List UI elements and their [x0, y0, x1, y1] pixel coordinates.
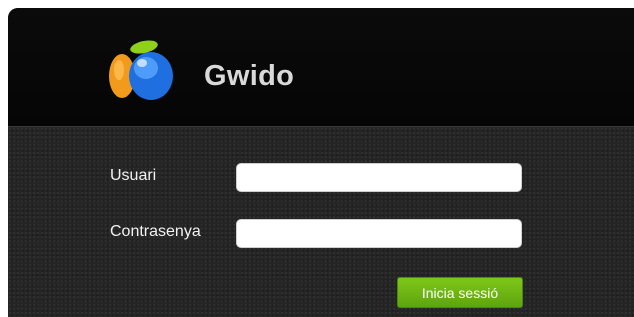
- login-button[interactable]: Inicia sessió: [397, 277, 523, 308]
- app-header: Gwido: [8, 8, 634, 126]
- username-input[interactable]: [236, 163, 522, 192]
- username-label: Usuari: [110, 167, 157, 184]
- password-input[interactable]: [236, 219, 522, 248]
- app-title: Gwido: [204, 60, 295, 92]
- login-form: Usuari Contrasenya Inicia sessió: [8, 127, 634, 317]
- gwido-logo-icon: [104, 38, 178, 102]
- login-panel: Gwido Usuari Contrasenya Inicia sessió: [8, 8, 634, 317]
- password-label: Contrasenya: [110, 223, 201, 240]
